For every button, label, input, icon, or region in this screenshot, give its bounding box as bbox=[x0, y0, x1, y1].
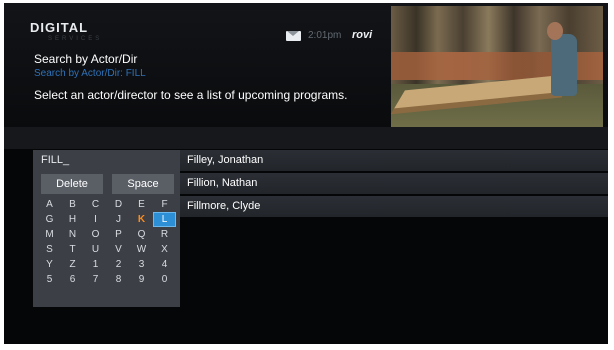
keyboard-key[interactable]: H bbox=[61, 212, 84, 227]
keyboard-key[interactable]: 6 bbox=[61, 272, 84, 287]
keyboard-key[interactable]: A bbox=[38, 197, 61, 212]
keyboard-key[interactable]: K bbox=[130, 212, 153, 227]
keyboard-key[interactable]: D bbox=[107, 197, 130, 212]
results-list: Filley, Jonathan Fillion, Nathan Fillmore,… bbox=[180, 150, 608, 219]
keyboard-key[interactable]: P bbox=[107, 227, 130, 242]
keyboard-key[interactable]: 3 bbox=[130, 257, 153, 272]
tv-screen: DIGITAL SERVICES 2:01pm rovi Search by A… bbox=[4, 3, 608, 344]
keyboard-key[interactable]: O bbox=[84, 227, 107, 242]
keyboard-key[interactable]: 7 bbox=[84, 272, 107, 287]
keyboard-key[interactable]: 4 bbox=[153, 257, 176, 272]
header: DIGITAL SERVICES 2:01pm rovi Search by A… bbox=[4, 3, 608, 127]
keyboard-key[interactable]: I bbox=[84, 212, 107, 227]
keyboard-key[interactable]: 9 bbox=[130, 272, 153, 287]
keyboard-key[interactable]: Z bbox=[61, 257, 84, 272]
rovi-logo: rovi bbox=[352, 29, 373, 41]
video-preview bbox=[391, 6, 603, 127]
keyboard-key[interactable]: 2 bbox=[107, 257, 130, 272]
digital-logo: DIGITAL bbox=[30, 20, 89, 35]
video-person-head bbox=[547, 22, 563, 40]
mail-icon bbox=[286, 31, 301, 41]
search-entry-field[interactable]: FILL_ bbox=[41, 154, 69, 166]
clock: 2:01pm bbox=[308, 30, 342, 41]
keyboard-key[interactable]: B bbox=[61, 197, 84, 212]
keyboard-key[interactable]: F bbox=[153, 197, 176, 212]
space-key[interactable]: Space bbox=[112, 174, 174, 194]
keyboard-key[interactable]: 8 bbox=[107, 272, 130, 287]
keyboard-key[interactable]: L bbox=[153, 212, 176, 227]
keyboard-key[interactable]: E bbox=[130, 197, 153, 212]
keyboard-key[interactable]: Q bbox=[130, 227, 153, 242]
keyboard-key[interactable]: T bbox=[61, 242, 84, 257]
keyboard-key[interactable]: W bbox=[130, 242, 153, 257]
keyboard-key[interactable]: C bbox=[84, 197, 107, 212]
keyboard-key[interactable]: S bbox=[38, 242, 61, 257]
keyboard-key[interactable]: U bbox=[84, 242, 107, 257]
logo-subtitle: SERVICES bbox=[48, 36, 103, 42]
keyboard-key[interactable]: Y bbox=[38, 257, 61, 272]
keyboard-grid: ABCDEF GHIJKL MNOPQR STUVWX YZ1234 567890 bbox=[38, 197, 178, 287]
keyboard-key[interactable]: N bbox=[61, 227, 84, 242]
keyboard-key[interactable]: G bbox=[38, 212, 61, 227]
divider-band bbox=[4, 127, 608, 149]
result-item[interactable]: Filley, Jonathan bbox=[180, 150, 608, 171]
result-item[interactable]: Fillion, Nathan bbox=[180, 173, 608, 194]
page-title: Search by Actor/Dir bbox=[34, 52, 138, 66]
keyboard-key[interactable]: 1 bbox=[84, 257, 107, 272]
keyboard-key[interactable]: 5 bbox=[38, 272, 61, 287]
keyboard-key[interactable]: M bbox=[38, 227, 61, 242]
keyboard-key[interactable]: X bbox=[153, 242, 176, 257]
video-person bbox=[551, 34, 577, 96]
delete-key[interactable]: Delete bbox=[41, 174, 103, 194]
keyboard-key[interactable]: 0 bbox=[153, 272, 176, 287]
result-item[interactable]: Fillmore, Clyde bbox=[180, 196, 608, 217]
instruction-text: Select an actor/director to see a list o… bbox=[34, 88, 348, 102]
keyboard-key[interactable]: J bbox=[107, 212, 130, 227]
keyboard-key[interactable]: V bbox=[107, 242, 130, 257]
keyboard-key[interactable]: R bbox=[153, 227, 176, 242]
breadcrumb: Search by Actor/Dir: FILL bbox=[34, 68, 146, 79]
